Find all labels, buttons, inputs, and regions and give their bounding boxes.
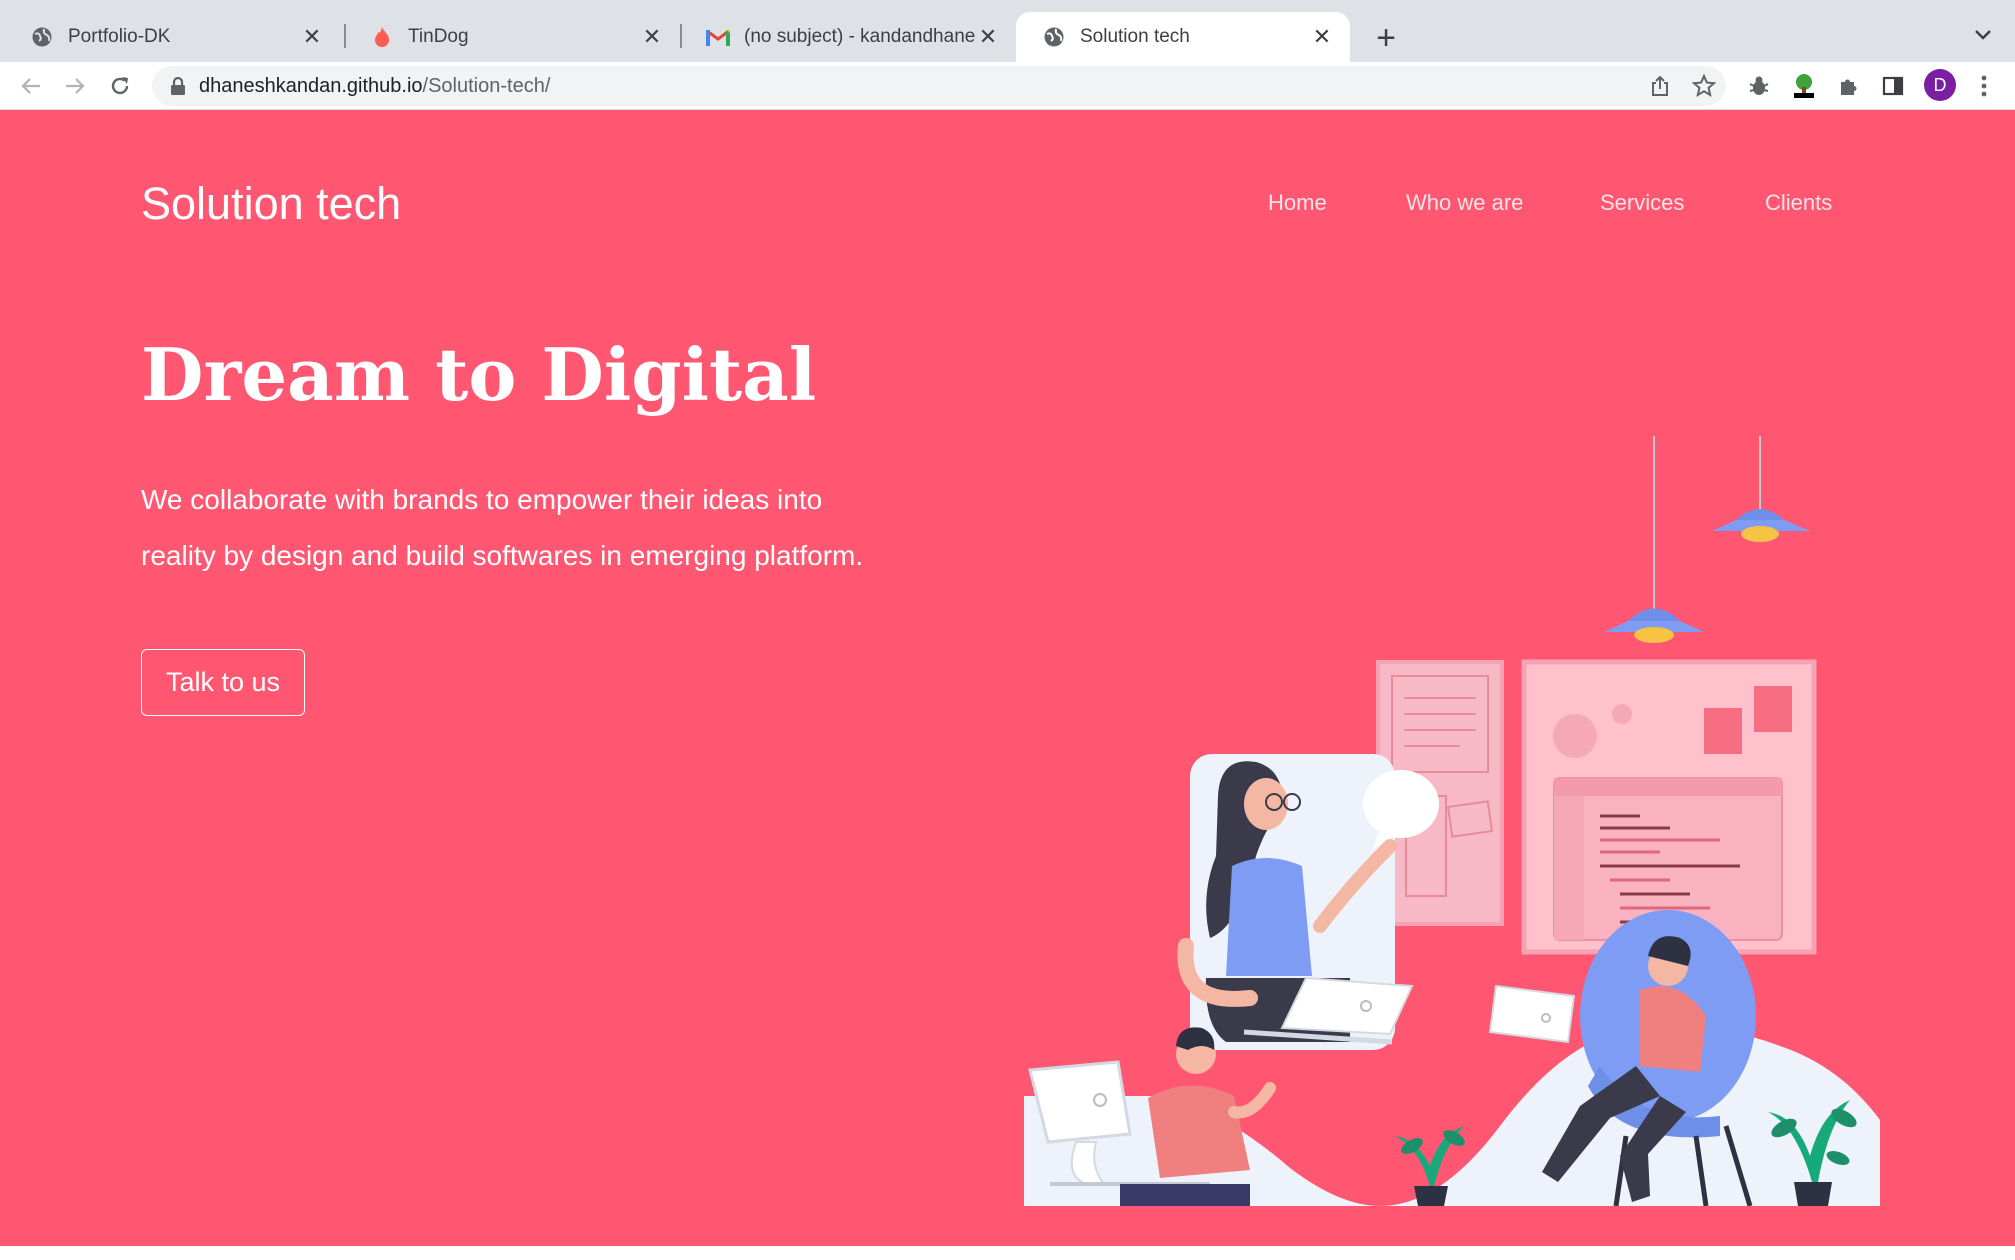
hero-line-2: reality by design and build softwares in… [141,540,864,571]
globe-icon [1042,25,1066,49]
nav-clients[interactable]: Clients [1765,190,1832,216]
url-host: dhaneshkandan.github.io [199,75,423,97]
profile-avatar[interactable]: D [1924,69,1956,101]
browser-tabstrip: Portfolio-DK ✕ TinDog ✕ (no subject) - k… [0,0,2015,62]
lock-icon[interactable] [168,76,188,96]
reload-icon[interactable] [103,69,137,103]
browser-toolbar: dhaneshkandan.github.io/Solution-tech/ D [0,62,2015,110]
puzzle-extensions-icon[interactable] [1832,69,1866,103]
hero-line-1: We collaborate with brands to empower th… [141,484,823,515]
tab-tindog[interactable]: TinDog ✕ [344,12,680,62]
close-icon[interactable]: ✕ [640,24,664,49]
back-arrow-icon[interactable] [14,69,48,103]
team-working-illustration [1024,436,1880,1206]
new-tab-button[interactable]: + [1366,18,1406,58]
tab-title: TinDog [408,26,469,47]
close-icon[interactable]: ✕ [300,24,324,49]
kebab-menu-icon[interactable] [1967,69,2001,103]
globe-icon [30,25,54,49]
flame-icon [370,25,394,49]
tab-portfolio[interactable]: Portfolio-DK ✕ [4,12,340,62]
hero-description: We collaborate with brands to empower th… [141,472,901,584]
hero-title: Dream to Digital [141,332,817,417]
bug-extension-icon[interactable] [1742,69,1776,103]
close-icon[interactable]: ✕ [976,24,1000,49]
code-board [1521,659,1817,955]
side-panel-icon[interactable] [1876,69,1910,103]
address-bar[interactable]: dhaneshkandan.github.io/Solution-tech/ [152,66,1726,106]
chevron-down-icon[interactable] [1968,20,1998,50]
gmail-icon [706,25,730,49]
url-path: /Solution-tech/ [422,75,551,97]
bookmark-star-icon[interactable] [1687,69,1721,103]
tab-title: (no subject) - kandandhanesh© [744,26,976,47]
site-brand[interactable]: Solution tech [141,178,401,230]
tab-title: Solution tech [1080,26,1190,47]
share-icon[interactable] [1643,69,1677,103]
close-icon[interactable]: ✕ [1310,24,1334,49]
nav-home[interactable]: Home [1268,190,1327,216]
pendant-lamp [1604,436,1704,643]
pendant-lamp [1712,436,1810,542]
talk-to-us-button[interactable]: Talk to us [141,649,305,716]
tab-gmail[interactable]: (no subject) - kandandhanesh© ✕ [680,12,1016,62]
nav-services[interactable]: Services [1600,190,1684,216]
nav-who-we-are[interactable]: Who we are [1406,190,1523,216]
page-hero-section: Solution tech Home Who we are Services C… [0,110,2015,1246]
forward-arrow-icon[interactable] [58,69,92,103]
tab-solution-tech[interactable]: Solution tech ✕ [1016,12,1350,62]
tab-title: Portfolio-DK [68,26,171,47]
bottom-strip [0,1246,2015,1260]
url-text: dhaneshkandan.github.io/Solution-tech/ [199,75,550,98]
tree-extension-icon[interactable] [1787,69,1821,103]
